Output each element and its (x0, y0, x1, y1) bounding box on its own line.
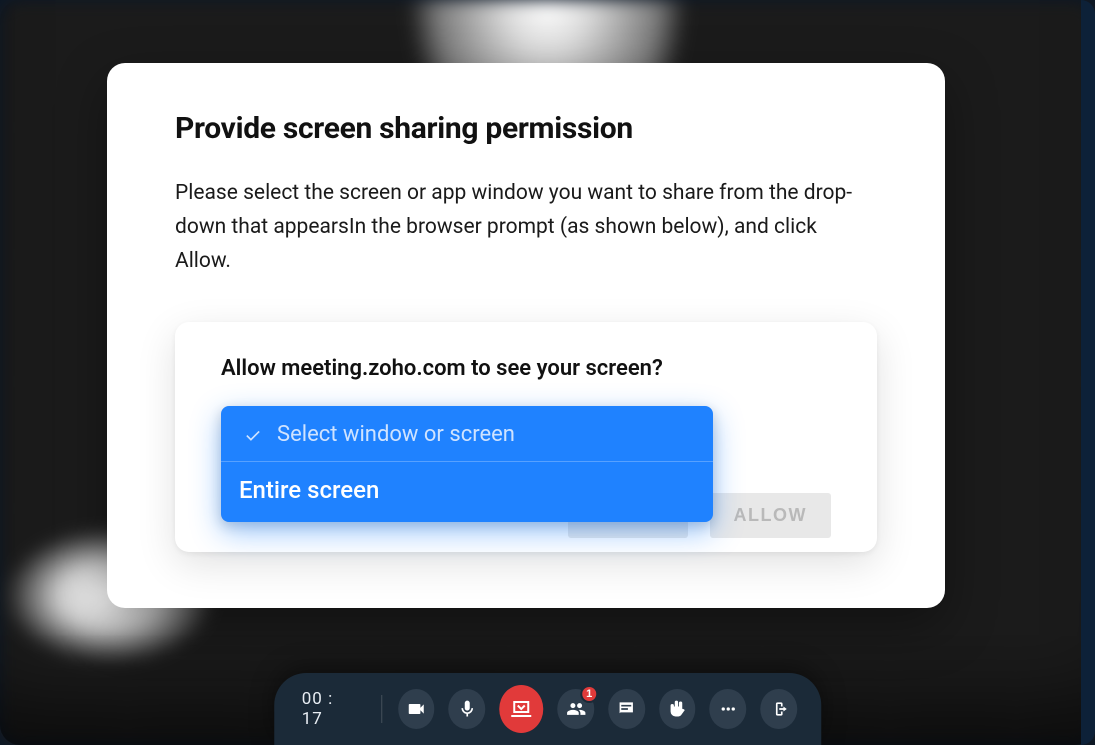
side-panel-strip (1081, 0, 1095, 745)
browser-prompt-card: Allow meeting.zoho.com to see your scree… (175, 322, 877, 552)
dropdown-option-entire-screen[interactable]: Entire screen (221, 462, 713, 522)
more-icon (718, 699, 738, 719)
reactions-button[interactable] (659, 689, 696, 729)
participants-icon (566, 699, 586, 719)
mic-icon (457, 699, 477, 719)
toolbar-divider (381, 695, 382, 723)
more-button[interactable] (710, 689, 747, 729)
video-toggle-button[interactable] (398, 689, 435, 729)
reactions-icon (667, 699, 687, 719)
share-screen-button[interactable] (499, 685, 543, 733)
share-screen-icon (509, 697, 533, 721)
meeting-toolbar: 00 : 17 1 (274, 673, 822, 745)
permission-modal: Provide screen sharing permission Please… (107, 63, 945, 608)
participants-button[interactable]: 1 (557, 689, 594, 729)
chat-icon (617, 699, 637, 719)
leave-button[interactable] (761, 689, 798, 729)
prompt-title: Allow meeting.zoho.com to see your scree… (221, 356, 831, 381)
allow-button[interactable]: Allow (710, 493, 831, 538)
video-icon (406, 699, 426, 719)
leave-icon (769, 699, 789, 719)
mic-toggle-button[interactable] (449, 689, 486, 729)
check-icon (243, 425, 263, 445)
chat-button[interactable] (608, 689, 645, 729)
dropdown-placeholder: Select window or screen (277, 422, 515, 447)
meeting-timer: 00 : 17 (298, 689, 365, 729)
modal-description: Please select the screen or app window y… (175, 176, 877, 278)
share-target-dropdown[interactable]: Select window or screen Entire screen (221, 406, 713, 522)
dropdown-header: Select window or screen (221, 406, 713, 462)
participants-badge: 1 (580, 685, 598, 703)
modal-title: Provide screen sharing permission (175, 111, 877, 146)
